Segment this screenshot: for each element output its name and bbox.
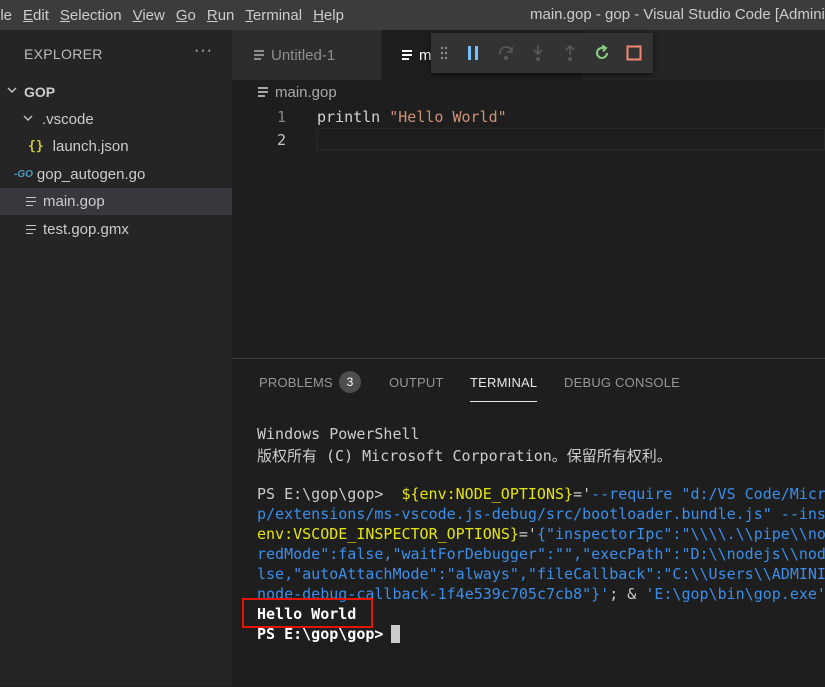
tab-problems[interactable]: PROBLEMS <box>259 375 333 390</box>
code-line[interactable]: println "Hello World" <box>317 108 507 126</box>
breadcrumb[interactable]: main.gop <box>258 82 337 102</box>
active-tab-indicator <box>470 401 537 402</box>
lines-file-icon <box>402 50 412 60</box>
terminal-text: =' <box>573 485 592 503</box>
menu-edit[interactable]: Edit <box>23 7 58 24</box>
terminal-string: 'E:\gop\bin\gop.exe' <box>645 585 825 603</box>
lines-file-icon <box>26 196 36 207</box>
step-into-icon[interactable] <box>528 43 548 63</box>
tree-item-main-gop[interactable]: main.gop <box>0 188 232 215</box>
window-title: main.gop - gop - Visual Studio Code [Adm… <box>530 6 825 23</box>
title-bar: ile Edit Selection View Go Run Terminal … <box>0 0 825 30</box>
terminal-line: Windows PowerShell <box>257 425 420 443</box>
highlight-box <box>242 598 373 628</box>
pause-icon[interactable] <box>463 43 483 63</box>
terminal-line: env:VSCODE_INSPECTOR_OPTIONS}='{"inspect… <box>257 525 825 543</box>
tree-item-label: main.gop <box>43 193 105 210</box>
terminal-string: {"inspectorIpc":"\\\\.\\pipe\\nod <box>536 525 825 543</box>
terminal-variable: env:VSCODE_INSPECTOR_OPTIONS} <box>257 525 519 543</box>
step-over-icon[interactable] <box>496 43 516 63</box>
chevron-down-icon <box>20 112 36 127</box>
terminal-variable: ${env:NODE_OPTIONS} <box>401 485 574 503</box>
chevron-down-icon <box>4 84 20 99</box>
tab-untitled-1[interactable]: Untitled-1 <box>232 30 381 80</box>
menu-view[interactable]: View <box>133 7 174 24</box>
tree-item-launch-json[interactable]: {} launch.json <box>0 133 232 160</box>
tree-item-label: launch.json <box>52 138 129 155</box>
explorer-sidebar: EXPLORER ··· GOP .vscode {} launch.json … <box>0 30 232 686</box>
code-string: "Hello World" <box>389 108 507 126</box>
terminal-line: redMode":false,"waitForDebugger":"","exe… <box>257 545 825 563</box>
menu-bar: ile Edit Selection View Go Run Terminal … <box>0 0 353 30</box>
terminal-text: ; & <box>609 585 646 603</box>
lines-file-icon <box>254 50 264 60</box>
tree-item-label: .vscode <box>42 111 94 128</box>
folder-gop[interactable]: GOP <box>0 78 232 105</box>
terminal-line: lse,"autoAttachMode":"always","fileCallb… <box>257 565 825 583</box>
stop-icon[interactable] <box>624 43 644 63</box>
terminal-text: =' <box>518 525 537 543</box>
menu-help[interactable]: Help <box>313 7 353 24</box>
explorer-header: EXPLORER <box>24 46 103 62</box>
current-line-highlight <box>316 128 825 150</box>
tree-item-gop-autogen[interactable]: -GO gop_autogen.go <box>0 161 232 188</box>
tab-debug-console[interactable]: DEBUG CONSOLE <box>564 375 680 390</box>
problems-count-badge: 3 <box>339 371 361 393</box>
code-keyword: println <box>317 108 390 126</box>
terminal-cursor[interactable] <box>391 625 400 643</box>
breadcrumb-file[interactable]: main.gop <box>275 84 337 101</box>
tab-terminal[interactable]: TERMINAL <box>470 375 537 390</box>
menu-terminal[interactable]: Terminal <box>245 7 311 24</box>
go-file-icon: -GO <box>14 169 33 180</box>
more-actions-icon[interactable]: ··· <box>194 42 213 60</box>
step-out-icon[interactable] <box>560 43 580 63</box>
tree-item-vscode[interactable]: .vscode <box>0 106 232 133</box>
tree-item-label: test.gop.gmx <box>43 221 129 238</box>
menu-selection[interactable]: Selection <box>60 7 131 24</box>
line-number: 1 <box>276 108 286 126</box>
drag-handle-icon[interactable] <box>439 43 449 63</box>
menu-file[interactable]: ile <box>0 7 21 24</box>
terminal-line: 版权所有 (C) Microsoft Corporation。保留所有权利。 <box>257 447 672 465</box>
tree-item-test-gop-gmx[interactable]: test.gop.gmx <box>0 216 232 243</box>
tab-label: m <box>419 46 432 64</box>
json-icon: {} <box>28 139 44 154</box>
terminal-line: p/extensions/ms-vscode.js-debug/src/boot… <box>257 505 825 523</box>
restart-icon[interactable] <box>592 43 612 63</box>
terminal-prompt: PS E:\gop\gop> <box>257 485 393 503</box>
debug-toolbar <box>431 33 653 73</box>
terminal-string: --require "d:/VS Code/Micr <box>591 485 825 503</box>
tree-item-label: gop_autogen.go <box>36 166 146 183</box>
line-number: 2 <box>276 131 286 149</box>
terminal-line: PS E:\gop\gop> ${env:NODE_OPTIONS}='--re… <box>257 485 825 503</box>
folder-label: GOP <box>24 83 56 100</box>
lines-file-icon <box>26 224 36 235</box>
lines-file-icon <box>258 87 268 97</box>
tab-output[interactable]: OUTPUT <box>389 375 444 390</box>
tab-label: Untitled-1 <box>271 46 336 64</box>
menu-run[interactable]: Run <box>207 7 244 24</box>
menu-go[interactable]: Go <box>176 7 205 24</box>
